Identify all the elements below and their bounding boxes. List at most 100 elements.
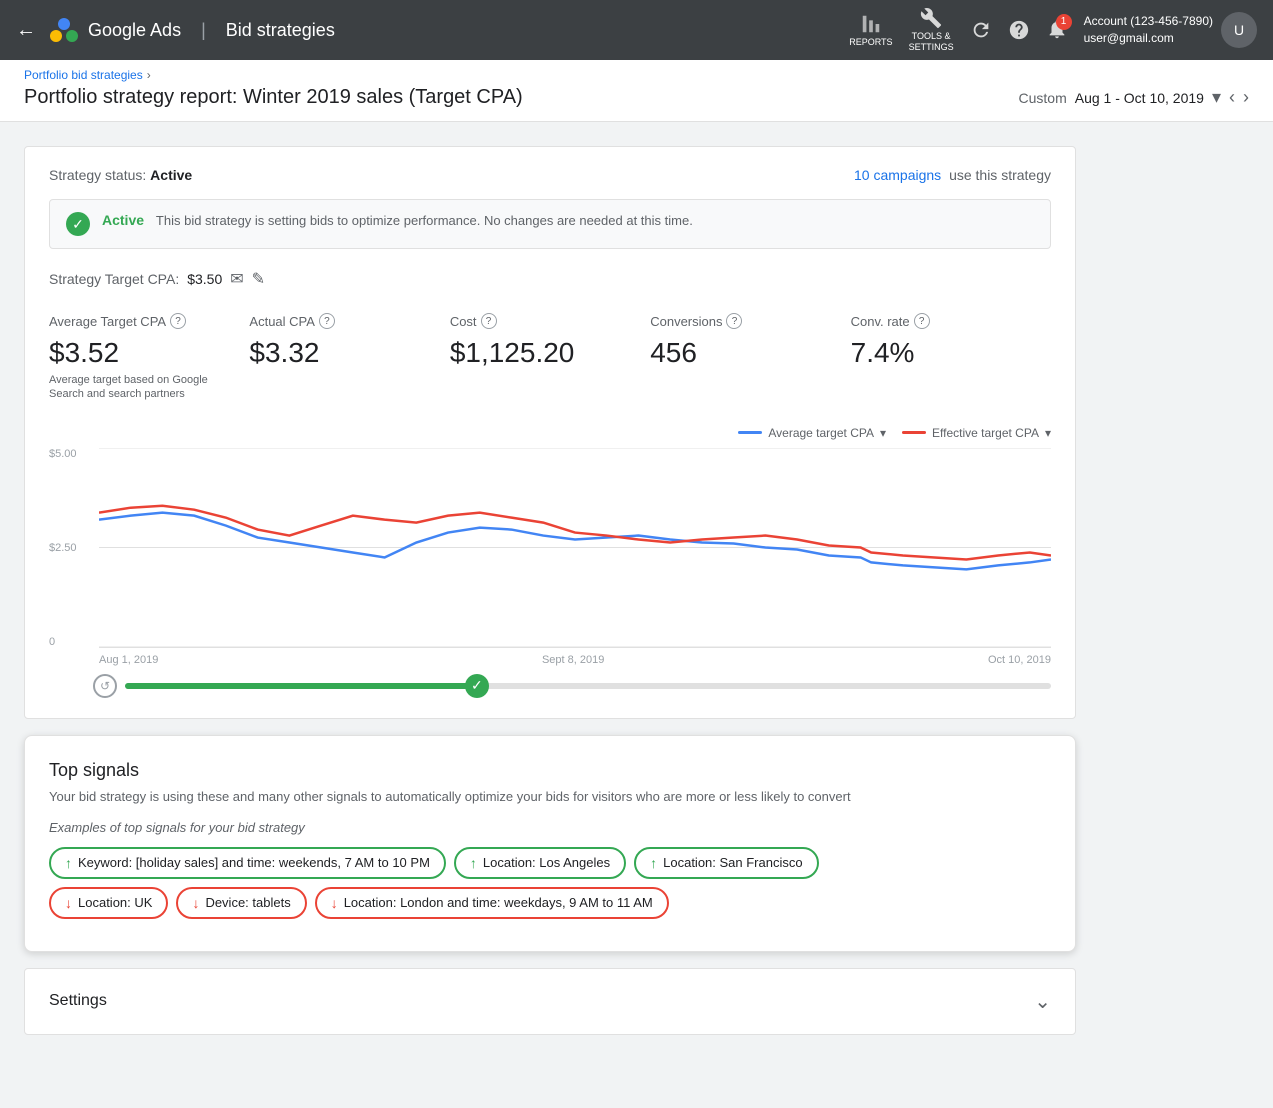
top-signals-subtitle: Examples of top signals for your bid str… bbox=[49, 820, 1051, 835]
metric-label-text: Cost bbox=[450, 314, 477, 329]
date-prev-button[interactable]: ‹ bbox=[1229, 87, 1235, 108]
signal-down-arrow-icon: ↓ bbox=[331, 895, 338, 911]
notification-badge-count: 1 bbox=[1056, 14, 1072, 30]
avg-target-cpa-help-icon[interactable]: ? bbox=[170, 313, 186, 329]
cost-help-icon[interactable]: ? bbox=[481, 313, 497, 329]
signal-chip-keyword[interactable]: ↑ Keyword: [holiday sales] and time: wee… bbox=[49, 847, 446, 879]
signal-chip-tablets[interactable]: ↓ Device: tablets bbox=[176, 887, 306, 919]
signal-sf-label: Location: San Francisco bbox=[663, 855, 802, 870]
main-content: Strategy status: Active 10 campaigns use… bbox=[0, 122, 1100, 1059]
strategy-target-row: Strategy Target CPA: $3.50 ✉ ✎ bbox=[49, 269, 1051, 289]
refresh-button[interactable] bbox=[970, 19, 992, 41]
metric-avg-target-cpa-value: $3.52 bbox=[49, 337, 233, 369]
strategy-card: Strategy status: Active 10 campaigns use… bbox=[24, 146, 1076, 719]
top-signals-title: Top signals bbox=[49, 760, 1051, 781]
settings-card[interactable]: Settings ⌄ bbox=[24, 968, 1076, 1035]
metric-label-text: Actual CPA bbox=[249, 314, 315, 329]
breadcrumb-parent[interactable]: Portfolio bid strategies bbox=[24, 68, 143, 82]
legend-avg-target-cpa[interactable]: Average target CPA ▾ bbox=[738, 426, 886, 440]
metric-avg-target-cpa-label: Average Target CPA ? bbox=[49, 313, 233, 329]
signal-tablets-label: Device: tablets bbox=[205, 895, 290, 910]
legend-effective-target-cpa[interactable]: Effective target CPA ▾ bbox=[902, 426, 1051, 440]
breadcrumb: Portfolio bid strategies › bbox=[24, 68, 1249, 82]
date-range-value: Aug 1 - Oct 10, 2019 bbox=[1075, 90, 1204, 106]
metric-avg-target-cpa-note: Average target based on Google Search an… bbox=[49, 373, 233, 402]
back-button[interactable]: ← bbox=[16, 19, 36, 42]
metric-actual-cpa-value: $3.32 bbox=[249, 337, 433, 369]
account-text: Account (123-456-7890) user@gmail.com bbox=[1084, 13, 1213, 47]
status-value: Active bbox=[150, 167, 192, 183]
target-email-icon[interactable]: ✉ bbox=[230, 269, 243, 289]
target-edit-icon[interactable]: ✎ bbox=[252, 269, 265, 289]
header-divider: | bbox=[201, 20, 206, 41]
campaigns-text: 10 campaigns use this strategy bbox=[854, 167, 1051, 183]
y-label-5: $5.00 bbox=[49, 448, 91, 460]
signal-london-label: Location: London and time: weekdays, 9 A… bbox=[344, 895, 653, 910]
help-button[interactable] bbox=[1008, 19, 1030, 41]
progress-start-icon: ↺ bbox=[93, 674, 117, 698]
google-ads-logo-icon bbox=[48, 14, 80, 46]
metric-actual-cpa-label: Actual CPA ? bbox=[249, 313, 433, 329]
actual-cpa-help-icon[interactable]: ? bbox=[319, 313, 335, 329]
header-actions: REPORTS TOOLS & SETTINGS 1 Account (123-… bbox=[849, 7, 1257, 53]
legend-effective-target-cpa-dropdown[interactable]: ▾ bbox=[1045, 426, 1051, 440]
metric-cost: Cost ? $1,125.20 bbox=[450, 313, 650, 402]
date-dropdown-button[interactable]: ▾ bbox=[1212, 87, 1221, 108]
account-email: user@gmail.com bbox=[1084, 30, 1213, 47]
top-signals-card: Top signals Your bid strategy is using t… bbox=[24, 735, 1076, 952]
help-icon bbox=[1008, 19, 1030, 41]
active-banner-title: Active bbox=[102, 212, 144, 228]
page-title-row: Portfolio strategy report: Winter 2019 s… bbox=[24, 86, 1249, 121]
progress-bar-row: ↺ ✓ bbox=[93, 674, 1051, 698]
logo: Google Ads bbox=[48, 14, 181, 46]
metric-avg-target-cpa: Average Target CPA ? $3.52 Average targe… bbox=[49, 313, 249, 402]
target-label: Strategy Target CPA: bbox=[49, 271, 179, 287]
x-label-sept: Sept 8, 2019 bbox=[542, 654, 604, 666]
reports-label: REPORTS bbox=[849, 37, 892, 48]
signal-down-arrow-icon: ↓ bbox=[192, 895, 199, 911]
metric-cost-label: Cost ? bbox=[450, 313, 634, 329]
brand-name: Google Ads bbox=[88, 20, 181, 41]
settings-title: Settings bbox=[49, 992, 107, 1010]
signal-up-arrow-icon: ↑ bbox=[470, 855, 477, 871]
legend-avg-target-cpa-dropdown[interactable]: ▾ bbox=[880, 426, 886, 440]
chart-y-labels: $5.00 $2.50 0 bbox=[49, 448, 99, 648]
signal-chip-london[interactable]: ↓ Location: London and time: weekdays, 9… bbox=[315, 887, 669, 919]
signal-chip-la[interactable]: ↑ Location: Los Angeles bbox=[454, 847, 626, 879]
signal-uk-label: Location: UK bbox=[78, 895, 152, 910]
notification-button[interactable]: 1 bbox=[1046, 18, 1068, 43]
signal-keyword-label: Keyword: [holiday sales] and time: weeke… bbox=[78, 855, 430, 870]
active-banner-content: Active This bid strategy is setting bids… bbox=[102, 212, 693, 228]
conversions-help-icon[interactable]: ? bbox=[726, 313, 742, 329]
header-page-label: Bid strategies bbox=[226, 20, 335, 41]
chart-svg bbox=[99, 448, 1051, 648]
reports-icon bbox=[860, 13, 882, 35]
signal-up-arrow-icon: ↑ bbox=[65, 855, 72, 871]
page-title: Portfolio strategy report: Winter 2019 s… bbox=[24, 86, 523, 109]
conv-rate-help-icon[interactable]: ? bbox=[914, 313, 930, 329]
date-next-button[interactable]: › bbox=[1243, 87, 1249, 108]
y-label-0: 0 bbox=[49, 636, 91, 648]
negative-signals-row: ↓ Location: UK ↓ Device: tablets ↓ Locat… bbox=[49, 887, 1051, 919]
metric-conversions-label: Conversions ? bbox=[650, 313, 834, 329]
date-range: Custom Aug 1 - Oct 10, 2019 ▾ ‹ › bbox=[1019, 87, 1249, 108]
tools-icon bbox=[920, 7, 942, 29]
metric-actual-cpa: Actual CPA ? $3.32 bbox=[249, 313, 449, 402]
metric-label-text: Average Target CPA bbox=[49, 314, 166, 329]
metric-conv-rate-value: 7.4% bbox=[851, 337, 1035, 369]
breadcrumb-bar: Portfolio bid strategies › Portfolio str… bbox=[0, 60, 1273, 122]
signal-chip-uk[interactable]: ↓ Location: UK bbox=[49, 887, 168, 919]
active-banner: ✓ Active This bid strategy is setting bi… bbox=[49, 199, 1051, 249]
legend-effective-target-cpa-line bbox=[902, 431, 926, 434]
reports-button[interactable]: REPORTS bbox=[849, 13, 892, 48]
tools-settings-button[interactable]: TOOLS & SETTINGS bbox=[909, 7, 954, 53]
signal-la-label: Location: Los Angeles bbox=[483, 855, 610, 870]
account-avatar[interactable]: U bbox=[1221, 12, 1257, 48]
metric-conv-rate: Conv. rate ? 7.4% bbox=[851, 313, 1051, 402]
settings-chevron-icon: ⌄ bbox=[1034, 989, 1051, 1014]
signal-chip-sf[interactable]: ↑ Location: San Francisco bbox=[634, 847, 818, 879]
active-banner-desc: This bid strategy is setting bids to opt… bbox=[156, 213, 693, 228]
signal-up-arrow-icon: ↑ bbox=[650, 855, 657, 871]
chart-area: $5.00 $2.50 0 bbox=[49, 448, 1051, 648]
campaigns-link[interactable]: 10 campaigns bbox=[854, 167, 941, 183]
